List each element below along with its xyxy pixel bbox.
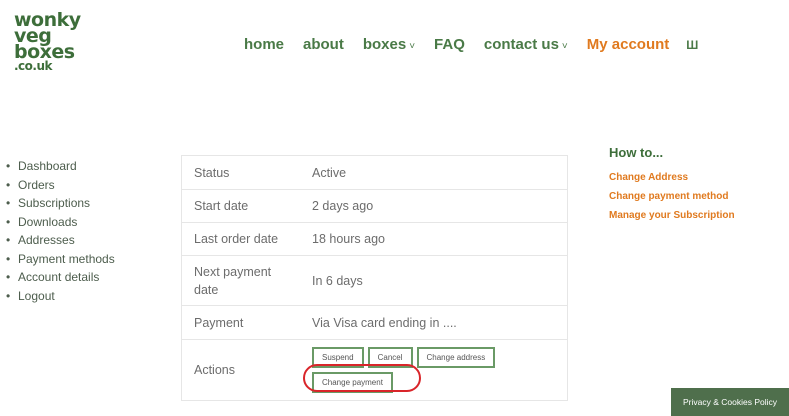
change-payment-button[interactable]: Change payment [312, 372, 393, 393]
chevron-down-icon: ˅ [561, 41, 568, 52]
bullet-icon: • [6, 196, 11, 210]
how-to-panel: How to... Change Address Change payment … [609, 145, 735, 229]
account-sidebar: • Dashboard • Orders • Subscriptions • Downl… [6, 157, 115, 305]
subscription-actions: Suspend Cancel Change address Change pay… [312, 347, 522, 393]
sidebar-item-addresses[interactable]: • Addresses [6, 231, 115, 250]
link-change-payment-method[interactable]: Change payment method [609, 191, 735, 202]
link-change-address[interactable]: Change Address [609, 172, 735, 183]
payment-value: Via Visa card ending in .... [312, 315, 457, 330]
start-date-label: Start date [194, 199, 249, 213]
sidebar-item-label: Downloads [18, 214, 78, 229]
sidebar-item-label: Subscriptions [18, 196, 91, 210]
chevron-down-icon: ˅ [409, 41, 416, 52]
next-payment-date-label: Next payment date [194, 264, 272, 297]
sidebar-item-orders[interactable]: • Orders [6, 176, 115, 195]
table-row: Last order date 18 hours ago [182, 223, 567, 256]
cart-icon[interactable]: Ш [686, 38, 698, 52]
sidebar-item-label: Addresses [18, 233, 75, 247]
table-row: Payment Via Visa card ending in .... [182, 306, 567, 340]
cancel-button[interactable]: Cancel [367, 347, 413, 368]
sidebar-item-label: Account details [18, 270, 100, 284]
sidebar-item-downloads[interactable]: • Downloads [6, 213, 115, 232]
nav-contact-label: contact us [483, 36, 559, 53]
start-date-value: 2 days ago [312, 199, 374, 213]
bullet-icon: • [6, 233, 11, 247]
suspend-button[interactable]: Suspend [312, 347, 364, 368]
actions-label: Actions [194, 363, 235, 377]
site-logo[interactable]: wonky veg boxes .co.uk [14, 11, 94, 73]
table-row: Next payment date In 6 days [182, 256, 567, 306]
logo-line-3: boxes [14, 41, 75, 63]
sidebar-item-label: Orders [18, 177, 55, 192]
sidebar-item-dashboard[interactable]: • Dashboard [6, 157, 115, 176]
nav-boxes-label: boxes [362, 36, 407, 53]
payment-label: Payment [194, 315, 244, 330]
nav-boxes[interactable]: boxes ˅ [363, 36, 415, 53]
status-label: Status [194, 165, 230, 180]
bullet-icon: • [6, 270, 11, 284]
bullet-icon: • [6, 288, 11, 303]
table-row: Status Active [182, 156, 567, 190]
nav-home[interactable]: home [244, 36, 284, 53]
sidebar-item-label: Logout [18, 288, 55, 303]
table-row: Actions Suspend Cancel Change address Ch… [182, 340, 567, 400]
last-order-date-label: Last order date [194, 232, 279, 246]
change-address-button[interactable]: Change address [416, 347, 496, 368]
sidebar-item-account-details[interactable]: • Account details [6, 268, 115, 287]
sidebar-item-label: Dashboard [18, 159, 77, 173]
next-payment-date-value: In 6 days [312, 273, 363, 288]
link-manage-subscription[interactable]: Manage your Subscription [609, 210, 735, 221]
sidebar-item-payment-methods[interactable]: • Payment methods [6, 250, 115, 269]
bullet-icon: • [6, 251, 11, 266]
status-value: Active [312, 165, 347, 180]
nav-my-account[interactable]: My account [587, 36, 670, 53]
privacy-cookies-button[interactable]: Privacy & Cookies Policy [671, 388, 789, 416]
main-nav: home about boxes ˅ FAQ contact us ˅ My acc… [244, 36, 698, 53]
last-order-date-value: 18 hours ago [312, 232, 385, 246]
nav-about[interactable]: about [303, 36, 344, 53]
nav-contact[interactable]: contact us ˅ [484, 36, 568, 53]
table-row: Start date 2 days ago [182, 190, 567, 223]
bullet-icon: • [6, 159, 11, 173]
sidebar-item-subscriptions[interactable]: • Subscriptions [6, 194, 115, 213]
bullet-icon: • [6, 177, 11, 192]
nav-faq[interactable]: FAQ [434, 36, 465, 53]
bullet-icon: • [6, 214, 11, 229]
sidebar-item-label: Payment methods [18, 251, 115, 266]
how-to-title: How to... [609, 145, 664, 160]
subscription-details-table: Status Active Start date 2 days ago Last… [181, 155, 568, 401]
sidebar-item-logout[interactable]: • Logout [6, 287, 115, 306]
